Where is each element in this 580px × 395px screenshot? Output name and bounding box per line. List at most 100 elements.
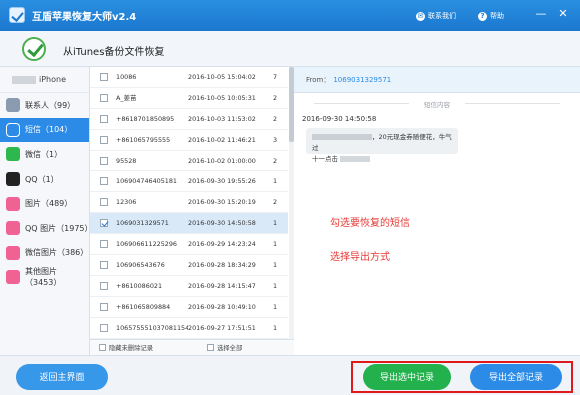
app-logo-icon [9, 7, 25, 23]
row-count: 2 [272, 198, 278, 207]
message-detail-panel: From： 1069031329571 短信内容 2016-09-30 14:5… [294, 67, 580, 355]
table-row[interactable]: 10690474640518​1 2016-09-30 19:55:26 1 [90, 171, 288, 193]
export-selected-button[interactable]: 导出选中记录 [363, 364, 451, 390]
row-time: 2016-09-30 14:50:58 [188, 219, 256, 228]
mail-icon: ✉ [416, 11, 425, 21]
instruction-note-1: 勾选要恢复的短信 [330, 218, 410, 229]
page-title: 从iTunes备份文件恢复 [63, 47, 165, 58]
table-row[interactable]: A_姜苗 2016-10-05 10:05:31 2 [90, 88, 288, 109]
row-number: 95528 [116, 156, 137, 165]
from-label: From： [306, 75, 331, 84]
close-button[interactable]: ✕ [556, 7, 570, 21]
table-row[interactable]: 10086 2016-10-05 15:04:02 7 [90, 67, 288, 88]
row-time: 2016-09-28 14:15:47 [188, 281, 256, 290]
contact-us-link[interactable]: ✉ 联系我们 [416, 11, 456, 21]
row-time: 2016-10-05 10:05:31 [188, 93, 256, 102]
sidebar: iPhone 联系人（99） 短信（104） 微信（1） QQ（1） 图片（489） QQ… [0, 67, 93, 355]
message-line2: 十一 [312, 155, 325, 163]
sidebar-item-sms[interactable]: 短信（104） [0, 117, 89, 143]
title-bar: 互盾苹果恢复大师v2.4 ✉ 联系我们 ? 帮助 — ✕ [0, 0, 580, 31]
row-time: 2016-10-03 11:53:02 [188, 114, 256, 123]
contact-us-label: 联系我们 [428, 12, 456, 20]
table-row[interactable]: 1069031329571 2016-09-30 14:50:58 1 [90, 213, 288, 235]
from-number[interactable]: 1069031329571 [333, 76, 391, 84]
wechat-photos-icon [6, 245, 20, 260]
minimize-button[interactable]: — [534, 7, 548, 21]
row-count: 1 [272, 302, 278, 311]
row-checkbox[interactable] [100, 198, 108, 207]
table-row[interactable]: 95528 2016-10-02 01:00:00 2 [90, 151, 288, 172]
row-checkbox[interactable] [100, 72, 108, 81]
sidebar-item-label: 微信（1） [25, 149, 63, 159]
sidebar-item-wechat[interactable]: 微信（1） [0, 142, 89, 167]
instruction-note-2: 选择导出方式 [330, 252, 390, 263]
row-checkbox[interactable] [100, 260, 108, 269]
table-row[interactable]: +8610086021 2016-09-28 14:15:47 1 [90, 276, 288, 297]
row-count: 1 [272, 219, 278, 228]
row-number: 12306 [116, 198, 137, 207]
row-checkbox[interactable] [100, 323, 108, 332]
select-all-label: 选择全部 [217, 345, 243, 352]
table-row[interactable]: 10690654367​6 2016-09-28 18:34:29 1 [90, 255, 288, 276]
row-number: 10690474640518​1 [116, 177, 177, 186]
row-checkbox[interactable] [100, 240, 108, 249]
row-count: 2 [272, 93, 278, 102]
row-count: 1 [272, 260, 278, 269]
row-checkbox[interactable] [100, 281, 108, 290]
row-time: 2016-09-30 15:20:19 [188, 198, 256, 207]
select-all-checkbox[interactable] [207, 344, 215, 351]
row-count: 1 [272, 323, 278, 332]
bottom-bar: 返回主界面 导出选中记录 导出全部记录 [0, 355, 580, 395]
table-row[interactable]: 12306 2016-09-30 15:20:19 2 [90, 192, 288, 214]
row-count: 2 [272, 114, 278, 123]
row-count: 1 [272, 281, 278, 290]
hide-deleted-checkbox[interactable] [99, 344, 106, 351]
row-time: 2016-09-27 17:51:51 [188, 323, 256, 332]
row-time: 2016-09-29 14:23:24 [188, 240, 256, 249]
sidebar-item-other-photos[interactable]: 其他图片（3453） [0, 265, 89, 290]
sidebar-item-wechat-photos[interactable]: 微信图片（386） [0, 241, 89, 266]
sms-icon [6, 122, 20, 137]
row-count: 2 [272, 156, 278, 165]
message-list[interactable]: 10086 2016-10-05 15:04:02 7 A_姜苗 2016-10-05 … [90, 67, 288, 339]
sidebar-item-qq-photos[interactable]: QQ 图片（1975） [0, 216, 93, 241]
help-icon: ? [478, 11, 487, 21]
row-number: 106906611225296 [116, 240, 177, 249]
row-time: 2016-09-28 10:49:10 [188, 302, 256, 311]
row-checkbox[interactable] [100, 177, 108, 186]
device-name-redacted [12, 75, 36, 84]
table-row[interactable]: 106906611225296 2016-09-29 14:23:24 1 [90, 234, 288, 256]
back-to-main-button[interactable]: 返回主界面 [16, 364, 108, 390]
app-title: 互盾苹果恢复大师v2.4 [32, 12, 137, 23]
row-number: +8618701850895 [116, 114, 175, 123]
row-checkbox[interactable] [100, 114, 108, 123]
row-count: 3 [272, 135, 278, 144]
export-all-button[interactable]: 导出全部记录 [470, 364, 562, 390]
message-redacted [312, 134, 372, 140]
sidebar-item-label: 图片（489） [25, 199, 73, 209]
row-number: A_姜苗 [116, 94, 137, 103]
row-number: 1069031329571 [116, 219, 169, 228]
from-bar: From： 1069031329571 [294, 67, 580, 93]
device-label: iPhone [0, 67, 89, 93]
sidebar-item-label: QQ（1） [25, 174, 59, 184]
table-row[interactable]: +861065795555 2016-10-02 11:46:21 3 [90, 130, 288, 151]
table-row[interactable]: +861065809884 2016-09-28 10:49:10 1 [90, 297, 288, 318]
row-checkbox[interactable] [100, 156, 108, 165]
row-checkbox[interactable] [100, 93, 108, 102]
row-checkbox[interactable] [100, 135, 108, 144]
message-redacted-2 [340, 156, 371, 162]
help-link[interactable]: ? 帮助 [478, 11, 504, 21]
table-row[interactable]: +8618701850895 2016-10-03 11:53:02 2 [90, 109, 288, 130]
hide-deleted-label: 隐藏未删除记录 [109, 345, 154, 352]
row-checkbox[interactable] [100, 302, 108, 311]
message-time: 2016-09-30 14:50:58 [302, 115, 377, 123]
sidebar-item-qq[interactable]: QQ（1） [0, 167, 89, 192]
table-row[interactable]: 106575551037081154 2016-09-27 17:51:51 1 [90, 318, 288, 339]
sidebar-item-contacts[interactable]: 联系人（99） [0, 93, 89, 118]
row-number: 10086 [116, 72, 137, 81]
row-checkbox[interactable] [100, 219, 108, 228]
row-time: 2016-09-30 19:55:26 [188, 177, 256, 186]
sidebar-item-label: 联系人（99） [25, 100, 76, 110]
sidebar-item-photos[interactable]: 图片（489） [0, 191, 89, 216]
